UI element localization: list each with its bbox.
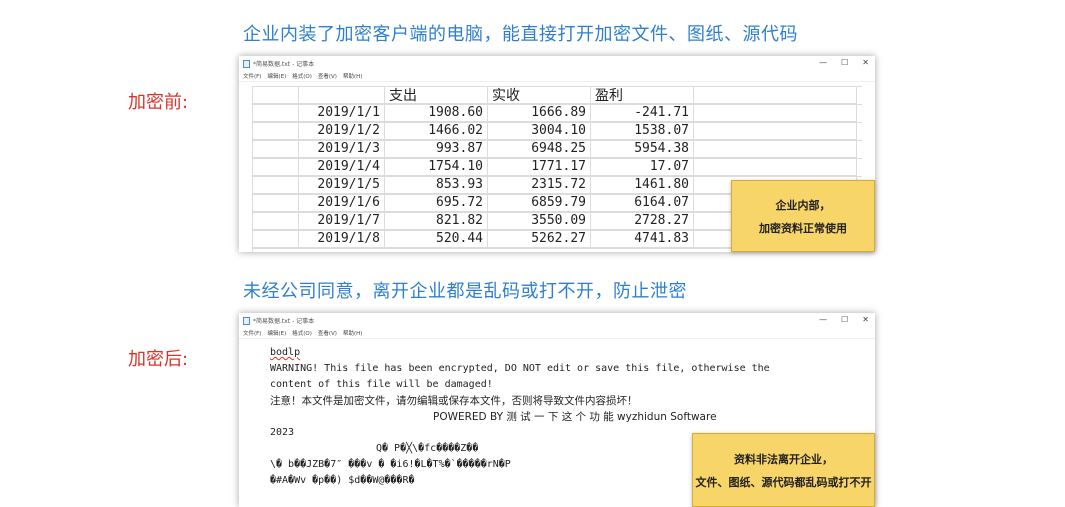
powered-by-line: POWERED BY 测 试 一 下 这 个 功 能 wyzhidun Soft… (433, 411, 717, 423)
table-header-date (299, 86, 385, 104)
table-cell-expense: 821.82 (385, 212, 488, 230)
table-cell-blank (694, 104, 857, 122)
table-cell-expense: 853.93 (385, 176, 488, 194)
table-cell-profit: 5954.38 (591, 140, 694, 158)
menu-file[interactable]: 文件(F) (243, 329, 261, 337)
table-cell-date: 2019/1/3 (299, 140, 385, 158)
table-cell-blank (694, 86, 857, 104)
table-cell-profit: 1461.80 (591, 176, 694, 194)
heading-middle: 未经公司同意，离开企业都是乱码或打不开，防止泄密 (243, 281, 687, 302)
table-cell-income: 2315.72 (488, 176, 591, 194)
note-before-line2: 加密资料正常使用 (759, 221, 847, 235)
window-title: *简易数据.txt - 记事本 (253, 318, 315, 325)
table-cell-profit: -241.71 (591, 104, 694, 122)
menu-view[interactable]: 查看(V) (318, 72, 337, 80)
table-cell-income: 3550.09 (488, 212, 591, 230)
minimize-button[interactable]: — (819, 315, 827, 324)
table-cell-date: 2019/1/5 (299, 176, 385, 194)
titlebar: *简易数据.txt - 记事本 — ☐ ✕ (239, 313, 875, 328)
table-cell-blank (252, 86, 299, 104)
table-cell-income: 6859.79 (488, 194, 591, 212)
menu-help[interactable]: 帮助(H) (343, 72, 362, 80)
table-cell-blank (252, 194, 299, 212)
file-header-text: bodlp (270, 347, 301, 358)
table-cell-profit: 4741.83 (591, 230, 694, 248)
menubar: 文件(F) 编辑(E) 格式(O) 查看(V) 帮助(H) (239, 71, 875, 82)
table-cell-date: 2019/1/6 (299, 194, 385, 212)
table-cell-blank (694, 158, 857, 176)
table-cell-blank (252, 176, 299, 194)
table-cell-blank (252, 140, 299, 158)
table-cell-date: 2019/1/2 (299, 122, 385, 140)
menu-format[interactable]: 格式(O) (292, 329, 312, 337)
table-cell-blank (252, 158, 299, 176)
close-button[interactable]: ✕ (862, 58, 869, 67)
note-before: 企业内部， 加密资料正常使用 (731, 180, 875, 252)
notepad-icon (243, 316, 250, 325)
table-cell-date: 2019/1/4 (299, 158, 385, 176)
label-after-encryption: 加密后: (128, 349, 189, 370)
table-cell-blank (252, 212, 299, 230)
table-cell-expense: 1908.60 (385, 104, 488, 122)
table-cell-blank (694, 122, 857, 140)
table-cell-profit: 1538.07 (591, 122, 694, 140)
warning-line-2: content of this file will be damaged! (270, 379, 493, 390)
table-cell-profit: 17.07 (591, 158, 694, 176)
table-cell-date: 2019/1/8 (299, 230, 385, 248)
note-before-line1: 企业内部， (775, 198, 831, 212)
menu-edit[interactable]: 编辑(E) (267, 72, 286, 80)
table-cell-profit: 2728.27 (591, 212, 694, 230)
table-cell-blank (694, 140, 857, 158)
heading-top: 企业内装了加密客户端的电脑，能直接打开加密文件、图纸、源代码 (243, 24, 798, 45)
table-cell-income: 1666.89 (488, 104, 591, 122)
menu-format[interactable]: 格式(O) (292, 72, 312, 80)
table-header-profit: 盈利 (591, 86, 694, 104)
menubar: 文件(F) 编辑(E) 格式(O) 查看(V) 帮助(H) (239, 328, 875, 339)
table-cell-income: 5262.27 (488, 230, 591, 248)
note-after-line1: 资料非法离开企业， (734, 452, 833, 466)
close-button[interactable]: ✕ (862, 315, 869, 324)
table-cell-income: 1771.17 (488, 158, 591, 176)
notepad-icon (243, 59, 250, 68)
table-cell-blank (252, 104, 299, 122)
warning-line-chinese: 注意！本文件是加密文件，请勿编辑或保存本文件，否则将导致文件内容损坏！ (270, 395, 638, 407)
menu-edit[interactable]: 编辑(E) (267, 329, 286, 337)
table-cell-date: 2019/1/7 (299, 212, 385, 230)
table-cell-profit: 6164.07 (591, 194, 694, 212)
warning-line-1: WARNING! This file has been encrypted, D… (270, 363, 770, 374)
table-cell-expense: 520.44 (385, 230, 488, 248)
table-cell-blank (252, 122, 299, 140)
label-before-encryption: 加密前: (128, 92, 189, 113)
table-cell-expense: 695.72 (385, 194, 488, 212)
menu-view[interactable]: 查看(V) (318, 329, 337, 337)
menu-file[interactable]: 文件(F) (243, 72, 261, 80)
table-cell-expense: 1754.10 (385, 158, 488, 176)
table-cell-expense: 993.87 (385, 140, 488, 158)
table-cell-expense: 1466.02 (385, 122, 488, 140)
table-cell-income: 6948.25 (488, 140, 591, 158)
menu-help[interactable]: 帮助(H) (343, 329, 362, 337)
table-header-income: 实收 (488, 86, 591, 104)
table-cell-blank (252, 230, 299, 248)
table-cell-date: 2019/1/1 (299, 104, 385, 122)
note-after-line2: 文件、图纸、源代码都乱码或打不开 (695, 475, 872, 489)
note-after: 资料非法离开企业， 文件、图纸、源代码都乱码或打不开 (692, 433, 875, 507)
maximize-button[interactable]: ☐ (841, 315, 848, 324)
window-title: *简易数据.txt - 记事本 (253, 61, 315, 68)
table-header-expense: 支出 (385, 86, 488, 104)
maximize-button[interactable]: ☐ (841, 58, 848, 67)
titlebar: *简易数据.txt - 记事本 — ☐ ✕ (239, 56, 875, 71)
minimize-button[interactable]: — (819, 58, 827, 67)
table-cell-income: 3004.10 (488, 122, 591, 140)
